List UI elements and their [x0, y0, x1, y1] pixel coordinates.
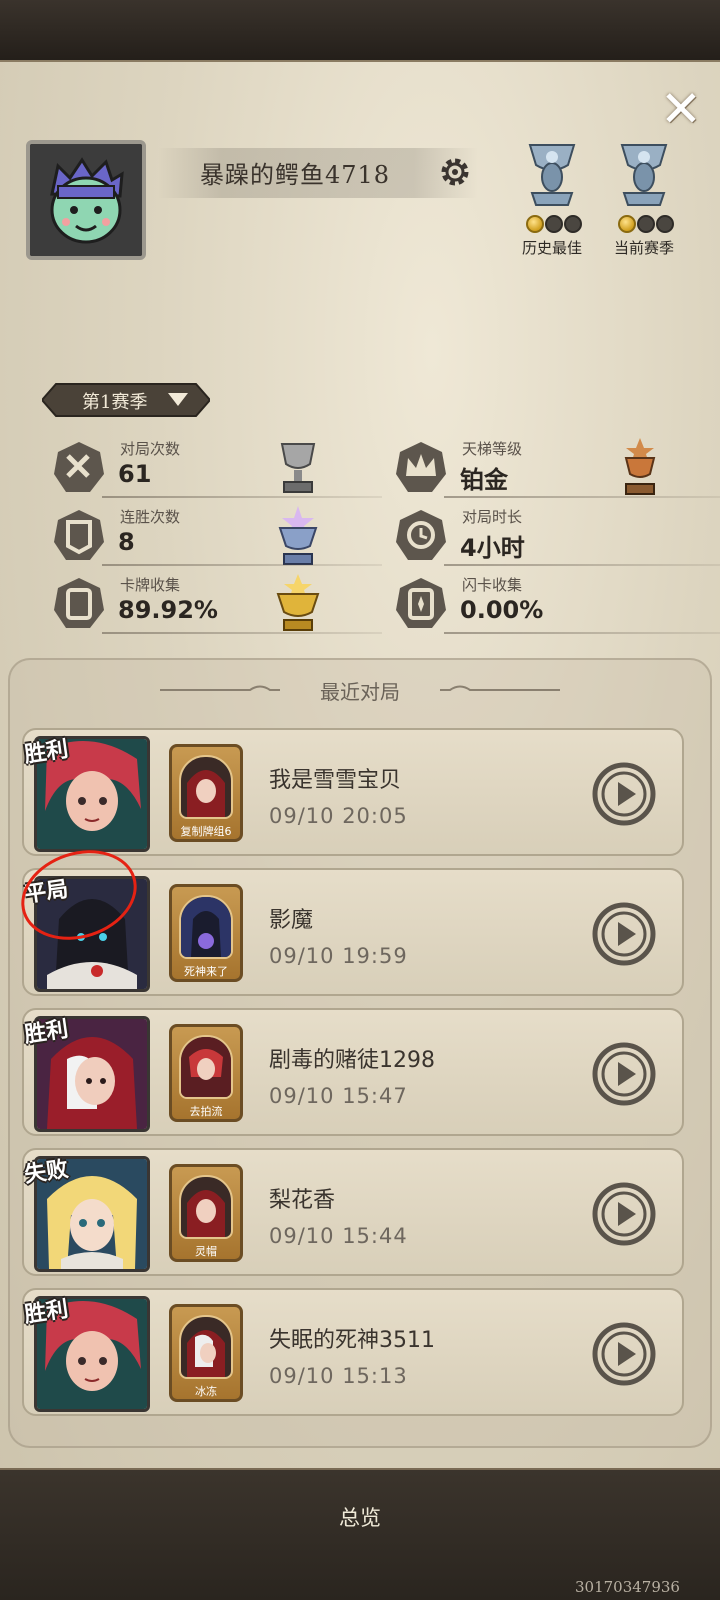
stat-card-collection: 卡牌收集 89.92%: [52, 570, 382, 636]
rank-trophy-icon: [528, 144, 576, 206]
deck-card[interactable]: 冰冻: [169, 1304, 243, 1402]
opponent-name: 梨花香: [269, 1188, 336, 1213]
top-bar: [0, 0, 720, 62]
stat-value: 61: [118, 460, 152, 488]
stat-flash-collection: 闪卡收集 0.00%: [394, 570, 720, 636]
silver-trophy-icon: [280, 443, 316, 493]
match-row[interactable]: 失败 灵帽 梨花香 09/10 15:44: [22, 1148, 684, 1276]
platinum-trophy-icon: [278, 506, 318, 565]
deck-card[interactable]: 灵帽: [169, 1164, 243, 1262]
stat-streak: 连胜次数 8: [52, 502, 382, 568]
stat-duration: 对局时长 4小时: [394, 502, 720, 568]
deck-card[interactable]: 死神来了: [169, 884, 243, 982]
streak-icon: [54, 510, 104, 560]
watermark: 30170347936: [575, 1578, 680, 1596]
replay-play-icon[interactable]: [590, 1040, 658, 1108]
match-result: 胜利: [22, 1017, 70, 1048]
replay-play-icon[interactable]: [590, 1320, 658, 1388]
tab-overview[interactable]: 总览: [300, 1502, 420, 1532]
close-icon[interactable]: ✕: [656, 84, 706, 134]
season-label: 第1赛季: [82, 392, 148, 413]
season-dropdown[interactable]: 第1赛季: [42, 380, 210, 420]
match-time: 09/10 15:44: [269, 1224, 408, 1248]
match-row[interactable]: 胜利 去拍流 剧毒的赌徒1298 09/10 15:47: [22, 1008, 684, 1136]
match-row[interactable]: 胜利 复制牌组6 我是雪雪宝贝 09/10 20:05: [22, 728, 684, 856]
gold-trophy-icon: [276, 574, 320, 631]
crown-icon: [396, 442, 446, 492]
player-name: 暴躁的鳄鱼4718: [200, 161, 391, 189]
deck-name: 灵帽: [195, 1245, 217, 1258]
deck-name: 冰冻: [195, 1385, 217, 1398]
match-result: 胜利: [22, 1297, 70, 1328]
stat-title: 对局次数: [120, 440, 181, 458]
current-season-label: 当前赛季: [613, 239, 674, 257]
swords-icon: [54, 442, 104, 492]
stat-matches: 对局次数 61: [52, 434, 382, 500]
deck-name: 去拍流: [189, 1105, 223, 1118]
recent-matches-title: 最近对局: [320, 680, 400, 704]
match-time: 09/10 19:59: [269, 944, 408, 968]
match-time: 09/10 15:13: [269, 1364, 408, 1388]
stat-value: 4小时: [460, 534, 525, 562]
flash-card-icon: [396, 578, 446, 628]
stat-title: 连胜次数: [120, 508, 181, 526]
stat-title: 天梯等级: [462, 440, 523, 458]
stat-value: 铂金: [460, 466, 508, 494]
opponent-name: 我是雪雪宝贝: [269, 768, 402, 793]
replay-play-icon[interactable]: [590, 760, 658, 828]
rank-trophy-icon: [620, 144, 668, 206]
gear-icon[interactable]: [438, 155, 472, 189]
opponent-name: 影魔: [269, 908, 314, 933]
match-row[interactable]: 胜利 冰冻 失眠的死神3511 09/10 15:13: [22, 1288, 684, 1416]
stat-value: 89.92%: [118, 596, 218, 624]
deck-card[interactable]: 复制牌组6: [169, 744, 243, 842]
card-icon: [54, 578, 104, 628]
deck-name: 复制牌组6: [180, 825, 232, 838]
stat-value: 8: [118, 528, 135, 556]
replay-play-icon[interactable]: [590, 900, 658, 968]
match-result: 胜利: [22, 737, 70, 768]
match-result: 失败: [22, 1157, 70, 1188]
stat-title: 闪卡收集: [462, 576, 523, 594]
deck-name: 死神来了: [184, 965, 228, 978]
replay-play-icon[interactable]: [590, 1180, 658, 1248]
clock-icon: [396, 510, 446, 560]
stat-title: 对局时长: [462, 508, 523, 526]
stat-title: 卡牌收集: [120, 576, 181, 594]
match-time: 09/10 15:47: [269, 1084, 408, 1108]
best-rank-label: 历史最佳: [521, 239, 582, 257]
stat-value: 0.00%: [460, 596, 544, 624]
opponent-name: 失眠的死神3511: [269, 1328, 435, 1353]
opponent-name: 剧毒的赌徒1298: [269, 1048, 435, 1073]
bronze-trophy-icon: [624, 438, 656, 495]
deck-card[interactable]: 去拍流: [169, 1024, 243, 1122]
stat-ladder: 天梯等级 铂金: [394, 434, 720, 500]
current-season-badge[interactable]: 当前赛季: [604, 135, 684, 260]
best-rank-badge[interactable]: 历史最佳: [512, 135, 592, 260]
match-time: 09/10 20:05: [269, 804, 408, 828]
avatar[interactable]: [26, 140, 146, 260]
